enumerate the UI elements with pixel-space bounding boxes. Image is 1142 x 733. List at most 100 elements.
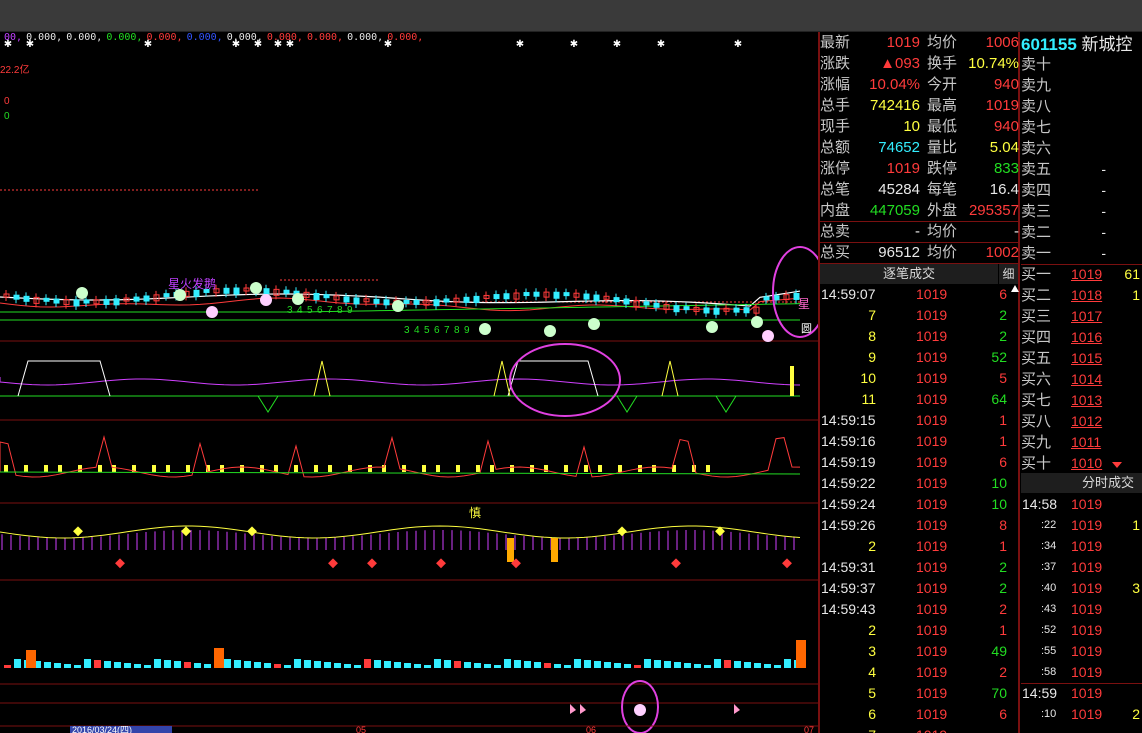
bid-level[interactable]: 买六 1014 bbox=[1021, 369, 1142, 390]
signal-bar bbox=[564, 465, 568, 472]
trade-price: 1019 bbox=[916, 391, 948, 407]
quote-label: 外盘 bbox=[927, 201, 958, 219]
trade-row: 14:59:19 1019 6 bbox=[820, 452, 1019, 473]
quote-row: 总额 74652 量比 5.04 bbox=[820, 137, 1019, 158]
trade-price: 1019 bbox=[916, 412, 948, 428]
trade-price: 1019 bbox=[916, 475, 948, 491]
bid-level[interactable]: 买十 1010 bbox=[1021, 453, 1142, 474]
volume-bar bbox=[104, 661, 111, 668]
quote-label: 涨跌 bbox=[820, 54, 851, 72]
tick-trades-header[interactable]: 逐笔成交 bbox=[820, 264, 998, 284]
bid-level[interactable]: 买五 1015 bbox=[1021, 348, 1142, 369]
bid-level[interactable]: 买九 1011 bbox=[1021, 432, 1142, 453]
bid-level[interactable]: 买八 1012 bbox=[1021, 411, 1142, 432]
volume-bar bbox=[674, 662, 681, 668]
diamond-marker bbox=[367, 558, 377, 569]
trade-price: 1019 bbox=[916, 725, 947, 733]
level-label: 卖五 bbox=[1021, 160, 1052, 178]
level-price: 1012 bbox=[1071, 413, 1103, 429]
volume-bar bbox=[444, 660, 451, 668]
quote-row: 内盘 447059 外盘 295357 bbox=[820, 200, 1019, 221]
diamond-marker bbox=[617, 526, 627, 537]
level-label: 买七 bbox=[1021, 391, 1052, 409]
volume-bar bbox=[784, 659, 791, 668]
volume-bar bbox=[214, 648, 224, 668]
minute-trades-header[interactable]: 分时成交 bbox=[1021, 473, 1142, 493]
bid-level[interactable]: 买二 1018 1 bbox=[1021, 285, 1142, 306]
ask-level[interactable]: 卖二 - bbox=[1021, 222, 1142, 243]
ask-level[interactable]: 卖九 bbox=[1021, 75, 1142, 96]
arrow-marker-icon bbox=[734, 704, 740, 714]
spike-shape bbox=[493, 360, 511, 397]
minute-price: 1019 bbox=[1071, 664, 1103, 680]
candlestick-indicator-charts[interactable]: ✱ ✱ ✱ ✱ ✱ ✱ ✱ ✱ ✱ ✱ ✱ ✱ ✱22.2亿00星火发鹅星圆3 4 5 6 7 8 93 4 5 6 7 8 9… bbox=[0, 32, 819, 733]
candle-body bbox=[313, 293, 320, 301]
ask-level[interactable]: 卖六 bbox=[1021, 138, 1142, 159]
signal-bar bbox=[490, 465, 494, 472]
trade-price: 1019 bbox=[916, 286, 948, 302]
quote-label: 总卖 bbox=[820, 222, 851, 240]
quote-value: - bbox=[1014, 223, 1019, 240]
ask-level[interactable]: 卖三 - bbox=[1021, 201, 1142, 222]
smiley-icon bbox=[544, 325, 556, 337]
window-title-bar bbox=[0, 0, 1142, 32]
quote-value: - bbox=[915, 223, 920, 240]
ask-level[interactable]: 卖八 bbox=[1021, 96, 1142, 117]
minute-volume: 1 bbox=[1132, 517, 1140, 533]
volume-bar bbox=[534, 662, 541, 668]
quote-label: 最新 bbox=[820, 33, 851, 51]
level-price: 1015 bbox=[1071, 350, 1103, 366]
quote-value: 96512 bbox=[878, 244, 920, 261]
trade-price: 1019 bbox=[916, 580, 948, 596]
quote-label: 现手 bbox=[820, 117, 851, 135]
level-label: 卖二 bbox=[1021, 223, 1052, 241]
ask-level[interactable]: 卖七 bbox=[1021, 117, 1142, 138]
level-label: 买二 bbox=[1021, 286, 1052, 304]
volume-bar bbox=[574, 659, 581, 668]
chart-area[interactable]: 00, 0.000, 0.000, 0.000, 0.000, 0.000, 0.000, 0… bbox=[0, 32, 819, 733]
trade-price: 1019 bbox=[916, 538, 948, 554]
candle-body bbox=[653, 302, 660, 308]
trade-time: 4 bbox=[868, 664, 876, 680]
tick-detail-button[interactable]: 细 bbox=[999, 264, 1018, 284]
ask-level[interactable]: 卖五 - bbox=[1021, 159, 1142, 180]
trade-volume: 6 bbox=[999, 454, 1007, 470]
volume-bar bbox=[584, 660, 591, 668]
ask-level[interactable]: 卖四 - bbox=[1021, 180, 1142, 201]
volume-bar bbox=[194, 663, 201, 668]
candle-body bbox=[113, 298, 120, 306]
candle-body bbox=[193, 289, 200, 297]
trade-time: 14:59:19 bbox=[821, 454, 876, 470]
ask-level[interactable]: 卖十 bbox=[1021, 54, 1142, 75]
bid-level[interactable]: 买四 1016 bbox=[1021, 327, 1142, 348]
quote-row: 总手 742416 最高 1019 bbox=[820, 95, 1019, 116]
trade-time: 14:59:37 bbox=[821, 580, 876, 596]
quote-row: 总买 96512 均价 1002 bbox=[820, 242, 1019, 263]
volume-total-label: 22.2亿 bbox=[0, 63, 29, 76]
marker-star-icon: ✱ bbox=[254, 39, 262, 50]
count-mark: 6 bbox=[317, 305, 323, 316]
candle-body bbox=[83, 299, 90, 304]
minute-time: :43 bbox=[1041, 603, 1057, 615]
candle-body bbox=[463, 296, 470, 303]
volume-bar bbox=[134, 664, 141, 668]
level-label: 买八 bbox=[1021, 412, 1052, 430]
level-label: 卖三 bbox=[1021, 202, 1052, 220]
trade-time: 14:59:16 bbox=[821, 433, 876, 449]
dropdown-icon[interactable] bbox=[1112, 462, 1122, 468]
quote-label: 涨幅 bbox=[820, 75, 851, 93]
volume-bar bbox=[544, 663, 551, 668]
quote-value: 447059 bbox=[869, 202, 920, 219]
arrow-marker-icon bbox=[580, 704, 586, 714]
volume-bar bbox=[314, 661, 321, 668]
minute-row: 14:59 1019 bbox=[1021, 683, 1142, 704]
bid-level[interactable]: 买三 1017 bbox=[1021, 306, 1142, 327]
quote-value: 10.74% bbox=[968, 55, 1019, 72]
bid-level[interactable]: 买七 1013 bbox=[1021, 390, 1142, 411]
ask-level[interactable]: 卖一 - bbox=[1021, 243, 1142, 264]
bid-level[interactable]: 买一 1019 61 bbox=[1021, 264, 1142, 285]
separator bbox=[820, 242, 1019, 243]
candle-body bbox=[383, 299, 390, 306]
trade-time: 14:59:15 bbox=[821, 412, 876, 428]
trade-time: 5 bbox=[868, 685, 876, 701]
